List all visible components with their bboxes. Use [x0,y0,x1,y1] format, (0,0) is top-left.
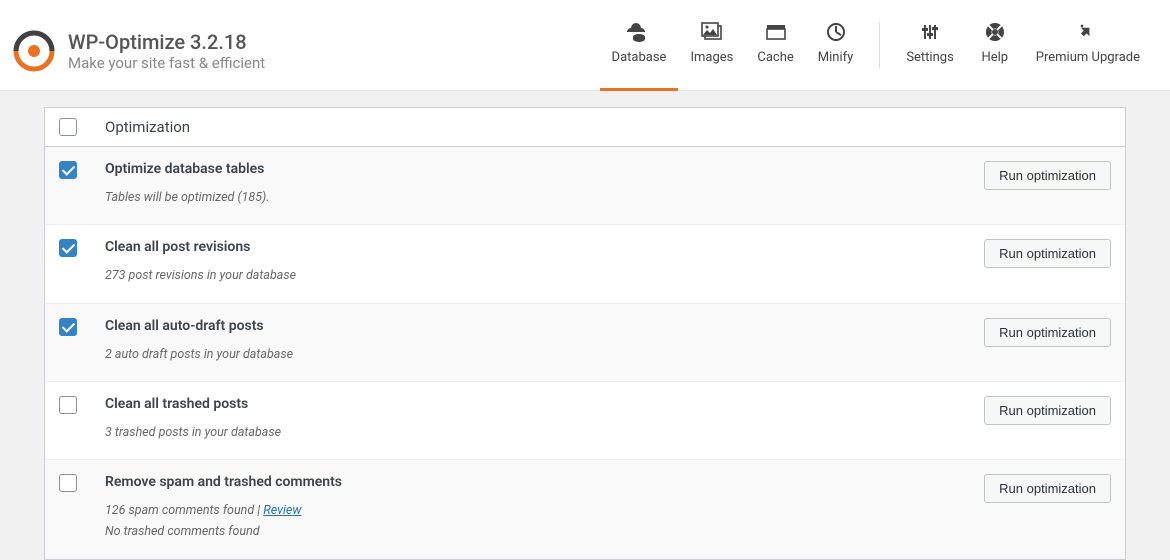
brand: WP-Optimize 3.2.18 Make your site fast &… [12,29,265,73]
nav-label: Database [612,50,667,65]
panel-header-title: Optimization [95,118,190,136]
top-nav: Database Images Cache Minify Settings Help Pre… [600,12,1152,90]
optimization-row: Clean all post revisions 273 post revisio… [45,225,1125,303]
nav-images[interactable]: Images [678,12,745,91]
nav-settings[interactable]: Settings [894,12,965,91]
row-sub: 273 post revisions in your database [105,265,984,286]
wpo-logo-icon [12,29,56,73]
run-optimization-button[interactable]: Run optimization [984,318,1111,347]
row-checkbox[interactable] [59,474,77,492]
row-sub: 3 trashed posts in your database [105,422,984,443]
nav-database[interactable]: Database [600,12,679,91]
nav-minify[interactable]: Minify [806,12,866,91]
rows-host: Optimize database tables Tables will be o… [45,147,1125,559]
images-icon [701,18,723,46]
row-checkbox[interactable] [59,318,77,336]
optimization-row: Clean all auto-draft posts 2 auto draft p… [45,304,1125,382]
app-tagline: Make your site fast & efficient [68,54,265,72]
optimization-row: Optimize database tables Tables will be o… [45,147,1125,225]
row-title: Remove spam and trashed comments [105,474,984,490]
row-title: Clean all trashed posts [105,396,984,412]
database-icon [627,18,651,46]
row-sub-text: 126 spam comments found | [105,503,263,518]
help-icon [985,18,1005,46]
row-sub: 2 auto draft posts in your database [105,344,984,365]
row-checkbox[interactable] [59,161,77,179]
run-optimization-button[interactable]: Run optimization [984,396,1111,425]
nav-label: Minify [818,50,854,65]
row-title: Clean all auto-draft posts [105,318,984,334]
cache-icon [765,18,787,46]
brand-text: WP-Optimize 3.2.18 Make your site fast &… [68,30,265,72]
top-bar: WP-Optimize 3.2.18 Make your site fast &… [0,0,1170,91]
run-optimization-button[interactable]: Run optimization [984,474,1111,503]
row-sub: No trashed comments found [105,521,984,542]
run-optimization-button[interactable]: Run optimization [984,161,1111,190]
minify-icon [826,18,846,46]
row-sub: Tables will be optimized (185). [105,187,984,208]
optimization-row: Clean all trashed posts 3 trashed posts i… [45,382,1125,460]
row-checkbox[interactable] [59,396,77,414]
nav-label: Help [981,50,1008,65]
panel-header: Optimization [45,108,1125,147]
nav-label: Cache [757,50,793,65]
settings-icon [920,18,940,46]
nav-label: Premium Upgrade [1036,50,1140,65]
review-link[interactable]: Review [263,503,301,518]
content-area: Optimization Optimize database tables Tab… [0,107,1170,560]
select-all-checkbox[interactable] [59,118,77,136]
nav-label: Images [690,50,733,65]
row-checkbox[interactable] [59,239,77,257]
row-sub: 126 spam comments found | Review [105,500,984,521]
run-optimization-button[interactable]: Run optimization [984,239,1111,268]
nav-label: Settings [906,50,953,65]
row-title: Optimize database tables [105,161,984,177]
optimizations-panel: Optimization Optimize database tables Tab… [44,107,1126,560]
nav-premium[interactable]: Premium Upgrade [1024,12,1152,91]
nav-cache[interactable]: Cache [745,12,805,91]
premium-icon [1078,18,1098,46]
row-title: Clean all post revisions [105,239,984,255]
nav-separator [879,22,880,68]
app-title: WP-Optimize 3.2.18 [68,30,265,54]
nav-help[interactable]: Help [966,12,1024,91]
optimization-row: Remove spam and trashed comments 126 spam… [45,460,1125,559]
